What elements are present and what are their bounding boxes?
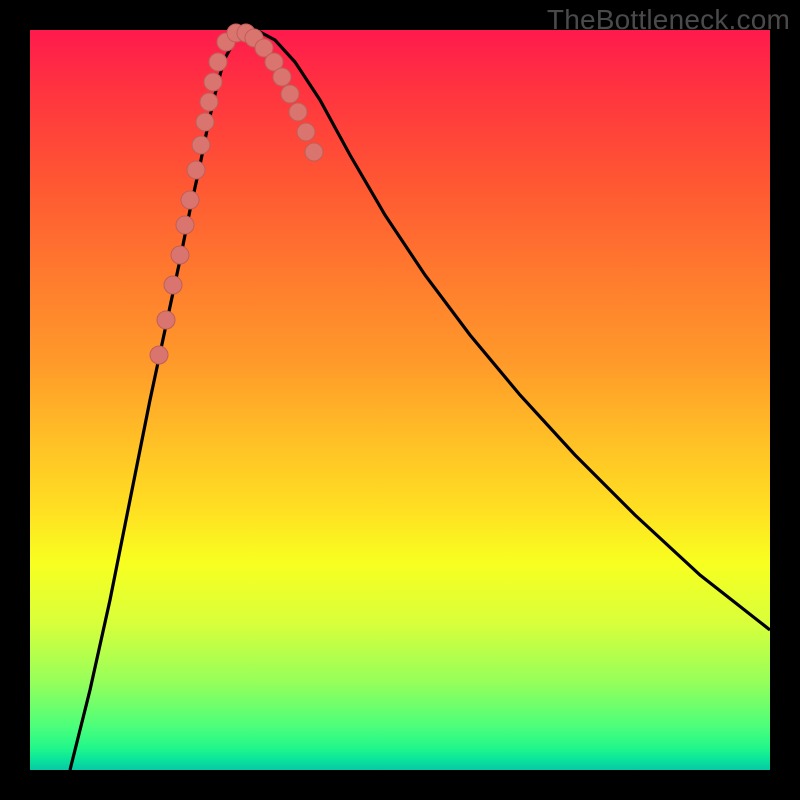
highlight-dot bbox=[150, 346, 168, 364]
highlight-dot bbox=[192, 136, 210, 154]
watermark-text: TheBottleneck.com bbox=[547, 4, 790, 36]
highlight-dots-group bbox=[150, 24, 323, 364]
chart-frame: TheBottleneck.com bbox=[0, 0, 800, 800]
bottleneck-chart-svg bbox=[30, 30, 770, 770]
highlight-dot bbox=[305, 143, 323, 161]
highlight-dot bbox=[181, 191, 199, 209]
highlight-dot bbox=[196, 113, 214, 131]
highlight-dot bbox=[187, 161, 205, 179]
highlight-dot bbox=[273, 68, 291, 86]
highlight-dot bbox=[209, 53, 227, 71]
highlight-dot bbox=[204, 73, 222, 91]
bottleneck-curve bbox=[70, 32, 770, 770]
highlight-dot bbox=[289, 103, 307, 121]
highlight-dot bbox=[281, 85, 299, 103]
highlight-dot bbox=[164, 276, 182, 294]
highlight-dot bbox=[171, 246, 189, 264]
highlight-dot bbox=[200, 93, 218, 111]
highlight-dot bbox=[176, 216, 194, 234]
highlight-dot bbox=[157, 311, 175, 329]
highlight-dot bbox=[297, 123, 315, 141]
